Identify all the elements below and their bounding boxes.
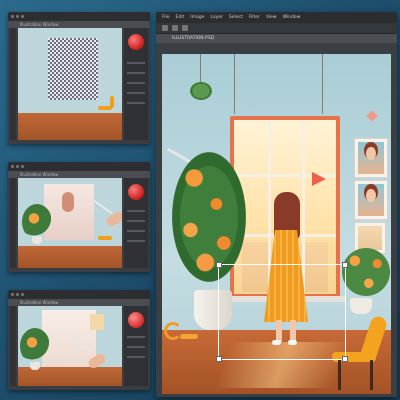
hanging-cord xyxy=(234,54,235,114)
menu-view[interactable]: View xyxy=(266,15,277,20)
title-bar xyxy=(8,162,150,171)
floor xyxy=(18,246,122,268)
resize-handle[interactable] xyxy=(216,262,222,268)
thumbnail-window-3[interactable]: Illustration Window xyxy=(8,290,150,390)
panel-row[interactable] xyxy=(127,62,145,64)
arrow-sign xyxy=(312,172,326,186)
hand-icon xyxy=(104,210,122,228)
panel-row[interactable] xyxy=(127,102,145,104)
menu-select[interactable]: Select xyxy=(229,15,243,20)
vase xyxy=(32,236,42,244)
canvas[interactable] xyxy=(18,306,122,386)
options-bar xyxy=(156,23,397,34)
floor xyxy=(18,113,122,140)
document-tab[interactable]: ILLUSTRATION.PSD xyxy=(156,34,397,43)
tool-option-icon[interactable] xyxy=(162,25,168,31)
panel-row[interactable] xyxy=(127,230,145,232)
vase xyxy=(30,362,40,370)
panel-row[interactable] xyxy=(127,210,145,212)
menu-image[interactable]: Image xyxy=(190,15,204,20)
chair-back xyxy=(110,96,114,108)
hanging-cord xyxy=(322,54,323,114)
color-picker-icon[interactable] xyxy=(128,34,144,50)
menu-layer[interactable]: Layer xyxy=(210,15,223,20)
panel-row[interactable] xyxy=(127,72,145,74)
flower-plant xyxy=(172,152,246,282)
color-picker-icon[interactable] xyxy=(128,184,144,200)
pen-icon xyxy=(93,199,113,215)
chair-leg xyxy=(370,360,373,390)
sticky-note xyxy=(90,314,104,330)
tool-option-icon[interactable] xyxy=(172,25,178,31)
selection-box[interactable] xyxy=(216,262,348,362)
chair-seat xyxy=(98,236,112,240)
main-editor-window[interactable]: File Edit Image Layer Select Filter View… xyxy=(156,12,397,397)
panel-row[interactable] xyxy=(127,356,145,358)
panel-row[interactable] xyxy=(127,82,145,84)
title-bar xyxy=(8,12,150,21)
photo-frame xyxy=(354,138,388,178)
chair-leg xyxy=(338,360,341,390)
flower-plant xyxy=(20,328,50,364)
hanging-cord xyxy=(200,54,201,84)
canvas[interactable] xyxy=(18,178,122,268)
panel-row[interactable] xyxy=(127,220,145,222)
tool-option-icon[interactable] xyxy=(182,25,188,31)
flower-plant xyxy=(22,204,52,240)
resize-handle[interactable] xyxy=(216,356,222,362)
panel-row[interactable] xyxy=(127,346,145,348)
panel-row[interactable] xyxy=(127,92,145,94)
document-tab[interactable]: Illustration Window xyxy=(8,299,150,306)
tools-panel[interactable] xyxy=(10,306,16,386)
document-tab[interactable]: Illustration Window xyxy=(8,171,150,178)
title-bar xyxy=(8,290,150,299)
tools-panel[interactable] xyxy=(10,178,16,268)
menu-file[interactable]: File xyxy=(162,15,170,20)
stool xyxy=(180,334,198,339)
canvas[interactable] xyxy=(18,28,122,140)
pattern-artwork xyxy=(48,38,98,100)
tools-panel[interactable] xyxy=(10,28,16,140)
figure-sketch xyxy=(62,192,74,212)
document-tab[interactable]: Illustration Window xyxy=(8,21,150,28)
panel-row[interactable] xyxy=(127,240,145,242)
menu-bar: File Edit Image Layer Select Filter View… xyxy=(156,12,397,23)
properties-panel[interactable] xyxy=(124,178,148,268)
resize-handle[interactable] xyxy=(342,356,348,362)
panel-row[interactable] xyxy=(127,336,145,338)
hanging-plant xyxy=(190,82,212,100)
color-picker-icon[interactable] xyxy=(128,312,144,328)
thumbnail-window-2[interactable]: Illustration Window xyxy=(8,162,150,272)
menu-filter[interactable]: Filter xyxy=(249,15,260,20)
thumbnail-window-1[interactable]: Illustration Window xyxy=(8,12,150,144)
menu-window[interactable]: Window xyxy=(283,15,301,20)
vase xyxy=(350,298,372,314)
properties-panel[interactable] xyxy=(124,306,148,386)
properties-panel[interactable] xyxy=(124,28,148,140)
menu-edit[interactable]: Edit xyxy=(176,15,185,20)
illustration-canvas[interactable] xyxy=(162,54,391,394)
resize-handle[interactable] xyxy=(342,262,348,268)
photo-frame xyxy=(354,180,388,220)
